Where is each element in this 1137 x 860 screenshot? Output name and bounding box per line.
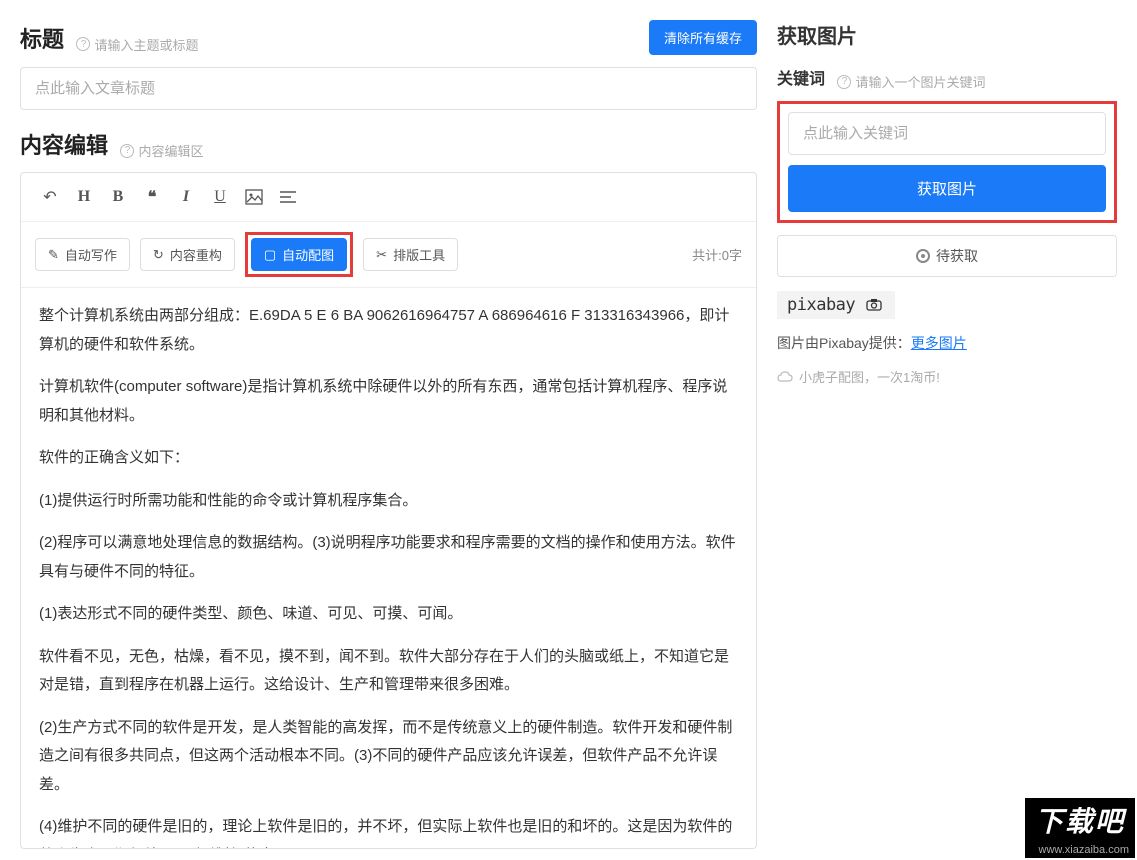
tool-icon: ✂ — [376, 247, 387, 263]
action-toolbar: ✎自动写作 ↻内容重构 ▢自动配图 ✂排版工具 共计:0字 — [21, 222, 756, 288]
refresh-icon: ↻ — [153, 247, 164, 263]
paragraph: (1)表达形式不同的硬件类型、颜色、味道、可见、可摸、可闻。 — [39, 600, 738, 629]
auto-image-button[interactable]: ▢自动配图 — [251, 238, 347, 271]
paragraph: 软件看不见，无色，枯燥，看不见，摸不到，闻不到。软件大部分存在于人们的头脑或纸上… — [39, 643, 738, 700]
undo-icon[interactable]: ↶ — [35, 183, 65, 211]
keyword-hint: ? 请输入一个图片关键词 — [837, 72, 985, 91]
clear-cache-button[interactable]: 清除所有缓存 — [649, 20, 757, 55]
watermark: 下载吧 www.xiazaiba.com — [1025, 798, 1135, 858]
pixabay-logo: pixabay — [777, 291, 895, 319]
format-toolbar: ↶ H B ❝ I U — [21, 173, 756, 222]
content-hint: ? 内容编辑区 — [120, 141, 203, 160]
highlight-keyword-area: 获取图片 — [777, 101, 1117, 223]
keyword-label: 关键词 — [777, 71, 825, 88]
heading-icon[interactable]: H — [69, 183, 99, 211]
quote-icon[interactable]: ❝ — [137, 183, 167, 211]
align-icon[interactable] — [273, 183, 303, 211]
bold-icon[interactable]: B — [103, 183, 133, 211]
article-title-input[interactable] — [20, 67, 757, 110]
editor-container: ↶ H B ❝ I U ✎自动写作 ↻内容重构 ▢自动配图 — [20, 172, 757, 849]
pending-status: 待获取 — [777, 235, 1117, 277]
image-credit: 图片由Pixabay提供：更多图片 — [777, 333, 1117, 353]
fetch-image-title: 获取图片 — [777, 20, 1117, 49]
paragraph: (2)生产方式不同的软件是开发，是人类智能的高发挥，而不是传统意义上的硬件制造。… — [39, 714, 738, 800]
restructure-button[interactable]: ↻内容重构 — [140, 238, 235, 271]
title-label: 标题 — [20, 27, 64, 52]
title-section-header: 标题 ? 请输入主题或标题 清除所有缓存 — [20, 20, 757, 55]
highlight-auto-image: ▢自动配图 — [245, 232, 353, 277]
content-label: 内容编辑 — [20, 133, 108, 158]
info-icon: ? — [837, 75, 851, 89]
paragraph: 整个计算机系统由两部分组成：E.69DA 5 E 6 BA 9062616964… — [39, 302, 738, 359]
paragraph: (1)提供运行时所需功能和性能的命令或计算机程序集合。 — [39, 487, 738, 516]
paragraph: 软件的正确含义如下： — [39, 444, 738, 473]
more-images-link[interactable]: 更多图片 — [911, 335, 967, 351]
keyword-input[interactable] — [788, 112, 1106, 155]
title-hint: ? 请输入主题或标题 — [76, 35, 198, 54]
paragraph: (4)维护不同的硬件是旧的，理论上软件是旧的，并不坏，但实际上软件也是旧的和坏的… — [39, 813, 738, 848]
editor-content[interactable]: 整个计算机系统由两部分组成：E.69DA 5 E 6 BA 9062616964… — [21, 288, 756, 848]
image-icon[interactable] — [239, 183, 269, 211]
info-icon: ? — [76, 37, 90, 51]
pencil-icon: ✎ — [48, 247, 59, 263]
typeset-button[interactable]: ✂排版工具 — [363, 238, 458, 271]
footer-note: 小虎子配图，一次1淘币! — [777, 367, 1117, 386]
info-icon: ? — [120, 144, 134, 158]
fetch-image-button[interactable]: 获取图片 — [788, 165, 1106, 212]
italic-icon[interactable]: I — [171, 183, 201, 211]
underline-icon[interactable]: U — [205, 183, 235, 211]
cloud-icon — [777, 371, 793, 383]
pending-icon — [916, 249, 930, 263]
auto-write-button[interactable]: ✎自动写作 — [35, 238, 130, 271]
paragraph: (2)程序可以满意地处理信息的数据结构。(3)说明程序功能要求和程序需要的文档的… — [39, 529, 738, 586]
word-count: 共计:0字 — [692, 245, 742, 264]
paragraph: 计算机软件(computer software)是指计算机系统中除硬件以外的所有… — [39, 373, 738, 430]
picture-icon: ▢ — [264, 247, 276, 263]
